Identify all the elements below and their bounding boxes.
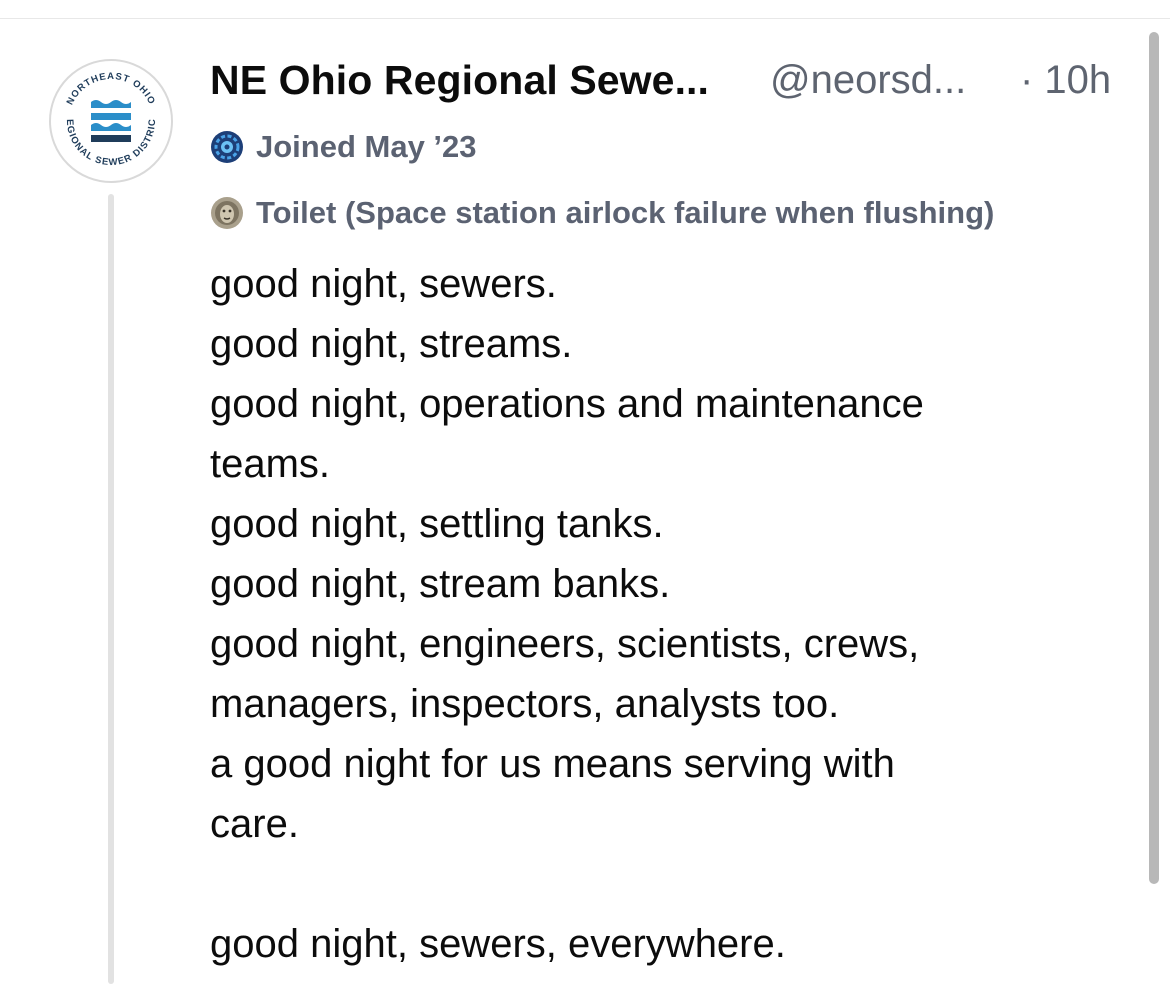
post-line-blank <box>210 854 1110 914</box>
post-line: good night, sewers. <box>210 262 557 306</box>
globe-badge-icon <box>210 130 244 164</box>
lion-emoji-icon <box>210 196 244 230</box>
post-line: managers, inspectors, analysts too. <box>210 682 840 726</box>
post-line: good night, operations and maintenance <box>210 382 924 426</box>
post-line: a good night for us means serving with <box>210 742 895 786</box>
joined-row: Joined May ’23 <box>210 127 477 167</box>
avatar[interactable]: NORTHEAST OHIO REGIONAL SEWER DISTRICT <box>48 58 174 184</box>
post-line: good night, stream banks. <box>210 562 671 606</box>
post-line: teams. <box>210 442 331 486</box>
post-header: NE Ohio Regional Sewe... @neorsd... <box>210 52 1130 112</box>
post-line: good night, engineers, scientists, crews… <box>210 622 920 666</box>
pronouns-text: Toilet (Space station airlock failure wh… <box>256 195 995 230</box>
post-timestamp[interactable]: · 10h <box>1020 58 1111 103</box>
post-line: good night, settling tanks. <box>210 502 664 546</box>
post-line: good night, streams. <box>210 322 573 366</box>
user-handle[interactable]: @neorsd... <box>770 58 966 103</box>
avatar-logo: NORTHEAST OHIO REGIONAL SEWER DISTRICT <box>48 58 173 183</box>
display-name[interactable]: NE Ohio Regional Sewe... <box>210 57 709 104</box>
post-body: good night, sewers. good night, streams.… <box>210 254 1110 974</box>
joined-date: Joined May ’23 <box>256 129 477 164</box>
top-divider <box>0 18 1170 19</box>
scrollbar[interactable] <box>1149 32 1159 884</box>
pronouns-row: Toilet (Space station airlock failure wh… <box>210 193 994 233</box>
thread-line <box>108 194 114 984</box>
post-line: good night, sewers, everywhere. <box>210 922 786 966</box>
post-line: care. <box>210 802 299 846</box>
